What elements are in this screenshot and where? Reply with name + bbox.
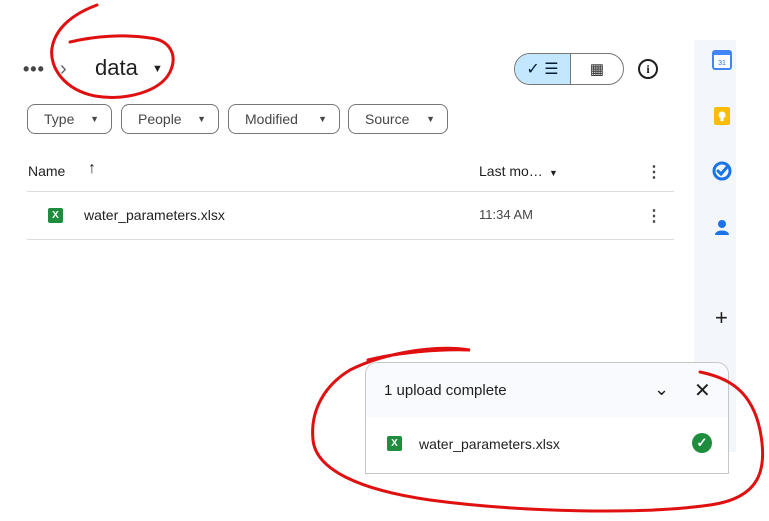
filter-chip-label: Source: [365, 111, 410, 127]
info-icon[interactable]: i: [638, 59, 658, 79]
divider: [27, 239, 674, 240]
filter-chip-label: Type: [44, 111, 75, 127]
close-icon[interactable]: ✕: [694, 378, 711, 403]
folder-title[interactable]: data: [95, 55, 138, 81]
folder-caret-icon[interactable]: ▼: [152, 63, 163, 75]
check-list-icon: ✓ ☰: [526, 61, 559, 78]
filter-chip-label: People: [138, 111, 182, 127]
keep-icon[interactable]: [712, 106, 732, 126]
upload-title: 1 upload complete: [384, 382, 507, 399]
caret-down-icon[interactable]: ▼: [549, 168, 558, 178]
caret-down-icon: ▼: [318, 114, 327, 124]
drive-window: ••• › data ▼ ✓ ☰ ▦ i Type ▼ People ▼ Mod…: [0, 0, 769, 521]
column-header-last-modified[interactable]: Last mo…: [479, 163, 543, 179]
column-header-name[interactable]: Name: [28, 163, 65, 179]
sort-arrow-up-icon[interactable]: ↑: [88, 160, 96, 178]
divider: [27, 191, 674, 192]
tasks-icon[interactable]: [712, 161, 732, 181]
upload-file-name: water_parameters.xlsx: [419, 436, 560, 452]
caret-down-icon: ▼: [426, 114, 435, 124]
check-circle-icon: ✓: [692, 433, 712, 453]
grid-icon: ▦: [589, 61, 605, 78]
plus-icon[interactable]: +: [715, 305, 728, 331]
view-toggle: ✓ ☰ ▦: [514, 53, 624, 85]
file-name[interactable]: water_parameters.xlsx: [84, 207, 225, 223]
caret-down-icon: ▼: [197, 114, 206, 124]
calendar-day: 31: [718, 60, 726, 67]
list-view-button[interactable]: ✓ ☰: [515, 54, 571, 84]
caret-down-icon: ▼: [90, 114, 99, 124]
filter-chip-label: Modified: [245, 111, 298, 127]
chevron-down-icon[interactable]: ⌄: [654, 379, 669, 400]
grid-view-button[interactable]: ▦: [571, 54, 623, 84]
filter-chip-people[interactable]: People ▼: [121, 104, 219, 134]
excel-icon: X: [48, 208, 63, 223]
filter-chip-source[interactable]: Source ▼: [348, 104, 448, 134]
contacts-icon[interactable]: [712, 217, 732, 237]
filter-chip-type[interactable]: Type ▼: [27, 104, 112, 134]
more-horiz-icon[interactable]: •••: [23, 59, 45, 80]
excel-icon: X: [387, 436, 402, 451]
more-vert-icon[interactable]: ⋮: [646, 162, 662, 182]
file-modified: 11:34 AM: [479, 207, 533, 222]
upload-header: 1 upload complete ⌄ ✕: [366, 363, 728, 417]
calendar-icon[interactable]: 31: [712, 50, 732, 70]
filter-chip-modified[interactable]: Modified ▼: [228, 104, 340, 134]
more-vert-icon[interactable]: ⋮: [646, 206, 662, 226]
upload-panel: 1 upload complete ⌄ ✕ X water_parameters…: [365, 362, 729, 474]
chevron-right-icon: ›: [60, 58, 67, 80]
